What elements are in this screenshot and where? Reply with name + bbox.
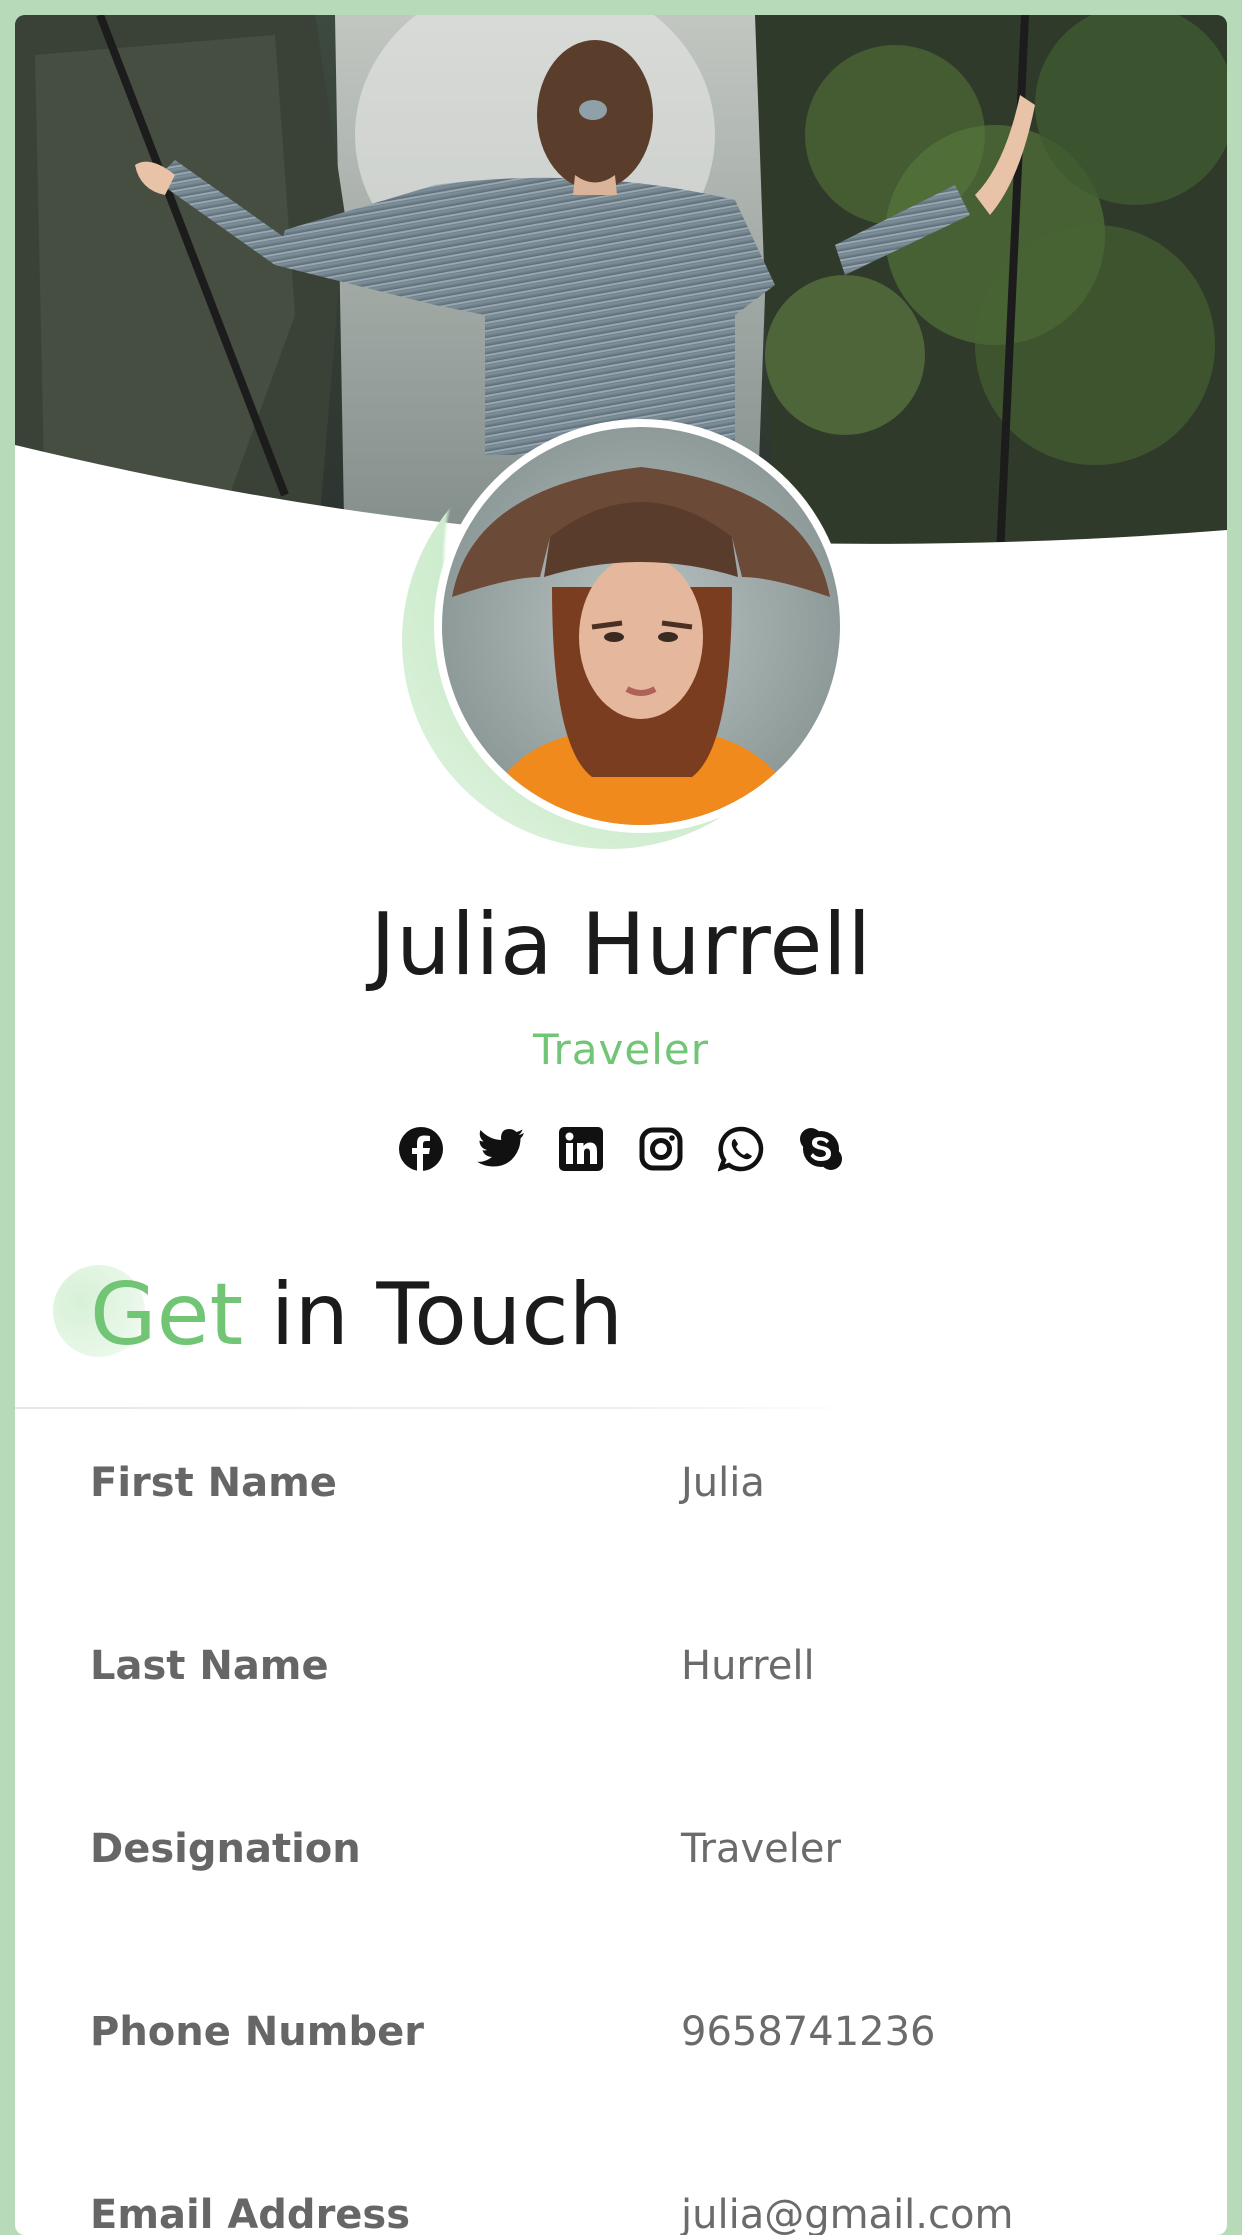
divider: [15, 1407, 1227, 1409]
info-row-designation: Designation Traveler: [15, 1826, 1227, 1886]
skype-icon[interactable]: [797, 1125, 845, 1173]
avatar: [434, 419, 848, 833]
info-value: Julia: [681, 1460, 765, 1506]
contact-heading-rest: in Touch: [270, 1265, 624, 1365]
social-links: [15, 1125, 1227, 1175]
info-row-last-name: Last Name Hurrell: [15, 1643, 1227, 1703]
profile-name: Julia Hurrell: [370, 895, 872, 995]
info-label: Phone Number: [90, 2009, 424, 2055]
info-row-first-name: First Name Julia: [15, 1460, 1227, 1520]
profile-card: Julia Hurrell Traveler Get in Touch Firs…: [15, 15, 1227, 2235]
profile-role: Traveler: [533, 1025, 709, 1074]
info-value: 9658741236: [681, 2009, 936, 2055]
contact-heading: Get in Touch: [90, 1265, 623, 1365]
twitter-icon[interactable]: [477, 1125, 525, 1173]
info-value: julia@gmail.com: [681, 2192, 1014, 2235]
avatar-photo: [442, 427, 840, 825]
contact-heading-accent: Get: [90, 1265, 244, 1365]
whatsapp-icon[interactable]: [717, 1125, 765, 1173]
info-label: Last Name: [90, 1643, 329, 1689]
info-value: Hurrell: [681, 1643, 815, 1689]
info-label: First Name: [90, 1460, 337, 1506]
info-label: Email Address: [90, 2192, 411, 2235]
info-row-phone-number: Phone Number 9658741236: [15, 2009, 1227, 2069]
facebook-icon[interactable]: [397, 1125, 445, 1173]
info-row-email-address: Email Address julia@gmail.com: [15, 2192, 1227, 2235]
info-label: Designation: [90, 1826, 361, 1872]
linkedin-icon[interactable]: [557, 1125, 605, 1173]
instagram-icon[interactable]: [637, 1125, 685, 1173]
info-value: Traveler: [681, 1826, 841, 1872]
